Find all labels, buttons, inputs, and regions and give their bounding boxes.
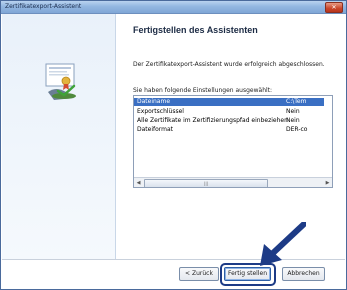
list-item[interactable]: Exportschlüssel Nein bbox=[134, 108, 324, 116]
page-heading: Fertigstellen des Assistenten bbox=[133, 25, 258, 35]
pointer-arrow-icon bbox=[260, 222, 306, 266]
settings-label: Sie haben folgende Einstellungen ausgewä… bbox=[133, 87, 273, 94]
setting-value: DER-co bbox=[286, 126, 308, 133]
scroll-right-icon[interactable]: ▶ bbox=[323, 178, 332, 187]
settings-list[interactable]: Dateiname C:\Tem Exportschlüssel Nein Al… bbox=[133, 95, 333, 188]
setting-name: Dateiformat bbox=[137, 126, 174, 133]
list-item[interactable]: Dateiname C:\Tem bbox=[134, 98, 324, 106]
window-title: Zertifikatexport-Assistent bbox=[5, 3, 82, 10]
scroll-left-icon[interactable]: ◀ bbox=[134, 178, 143, 187]
grip-icon: ||| bbox=[203, 181, 209, 186]
setting-name: Dateiname bbox=[137, 98, 171, 105]
setting-name: Exportschlüssel bbox=[137, 108, 184, 115]
export-wizard-window: Zertifikatexport-Assistent ✕ Fertigstell… bbox=[0, 0, 347, 290]
list-item[interactable]: Dateiformat DER-co bbox=[134, 126, 324, 134]
wizard-sidebar bbox=[2, 14, 116, 259]
certificate-icon bbox=[45, 63, 76, 100]
horizontal-scrollbar[interactable]: ◀ ||| ▶ bbox=[134, 177, 332, 187]
close-icon: ✕ bbox=[331, 4, 337, 11]
close-button[interactable]: ✕ bbox=[325, 2, 343, 13]
title-bar[interactable]: Zertifikatexport-Assistent ✕ bbox=[1, 1, 346, 14]
back-button[interactable]: < Zurück bbox=[179, 267, 219, 281]
completion-message: Der Zertifikatexport-Assistent wurde erf… bbox=[133, 61, 325, 68]
scroll-thumb[interactable]: ||| bbox=[144, 179, 268, 187]
cancel-button[interactable]: Abbrechen bbox=[282, 267, 325, 281]
setting-value: Nein bbox=[286, 117, 300, 124]
setting-name: Alle Zertifikate im Zertifizierungspfad … bbox=[137, 117, 288, 124]
list-item[interactable]: Alle Zertifikate im Zertifizierungspfad … bbox=[134, 117, 324, 125]
setting-value: C:\Tem bbox=[286, 98, 307, 105]
setting-value: Nein bbox=[286, 108, 300, 115]
